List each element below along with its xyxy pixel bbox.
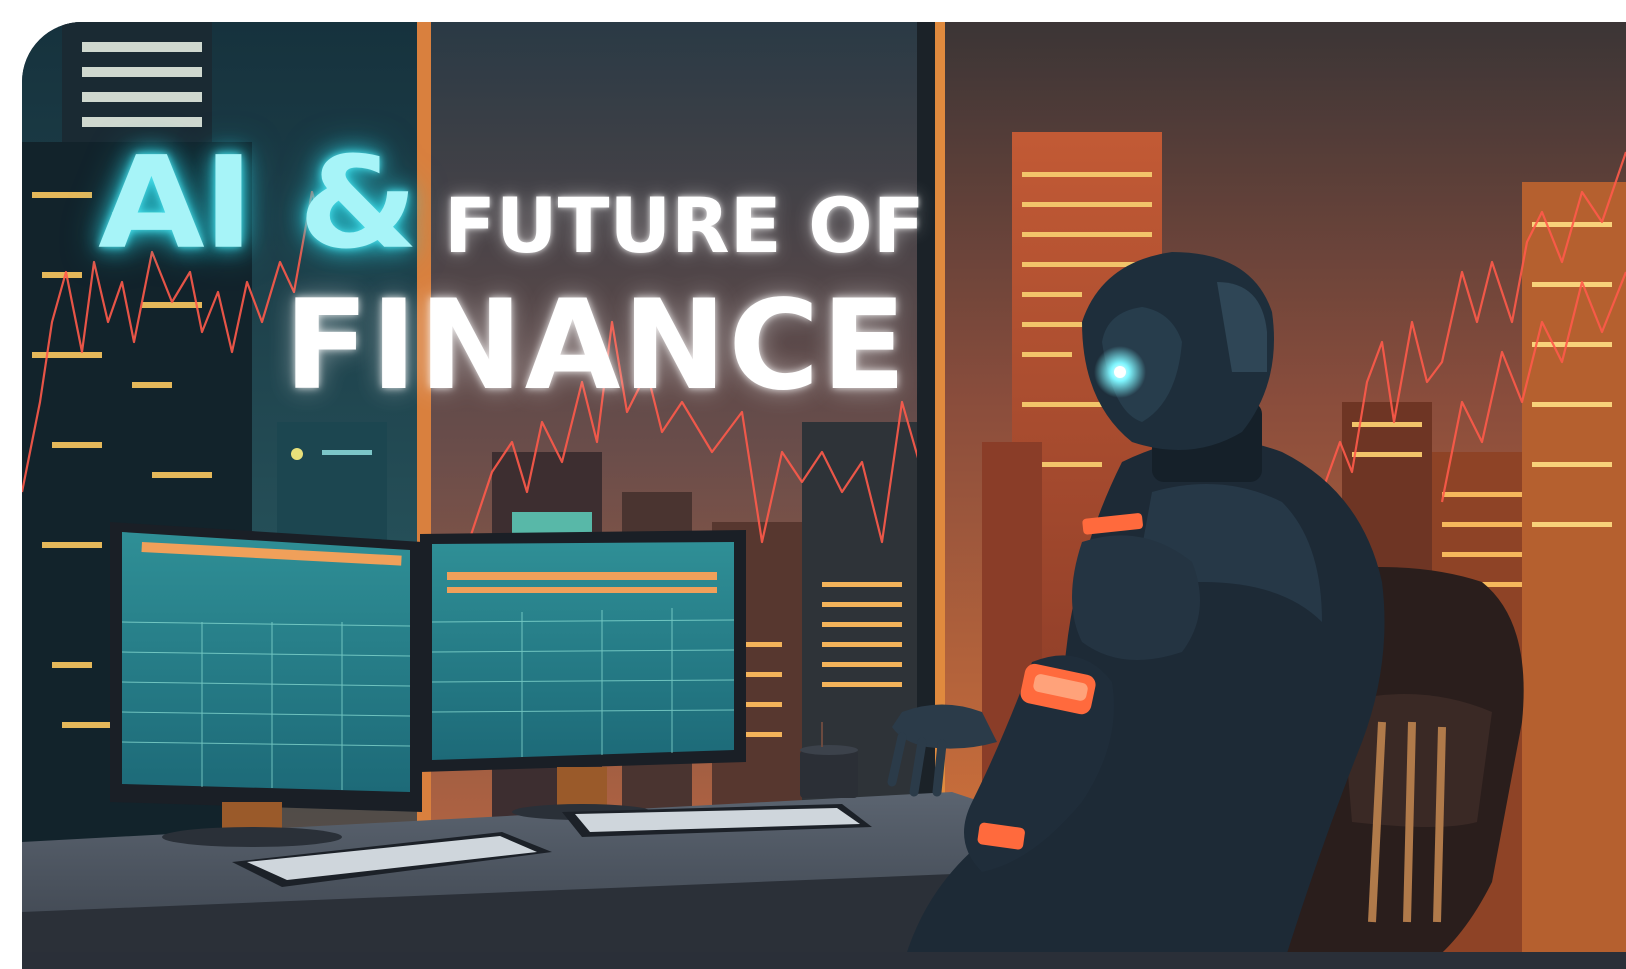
scene-illustration <box>22 22 1626 969</box>
hero-banner: AI & FUTURE OF FINANCE <box>22 22 1626 969</box>
